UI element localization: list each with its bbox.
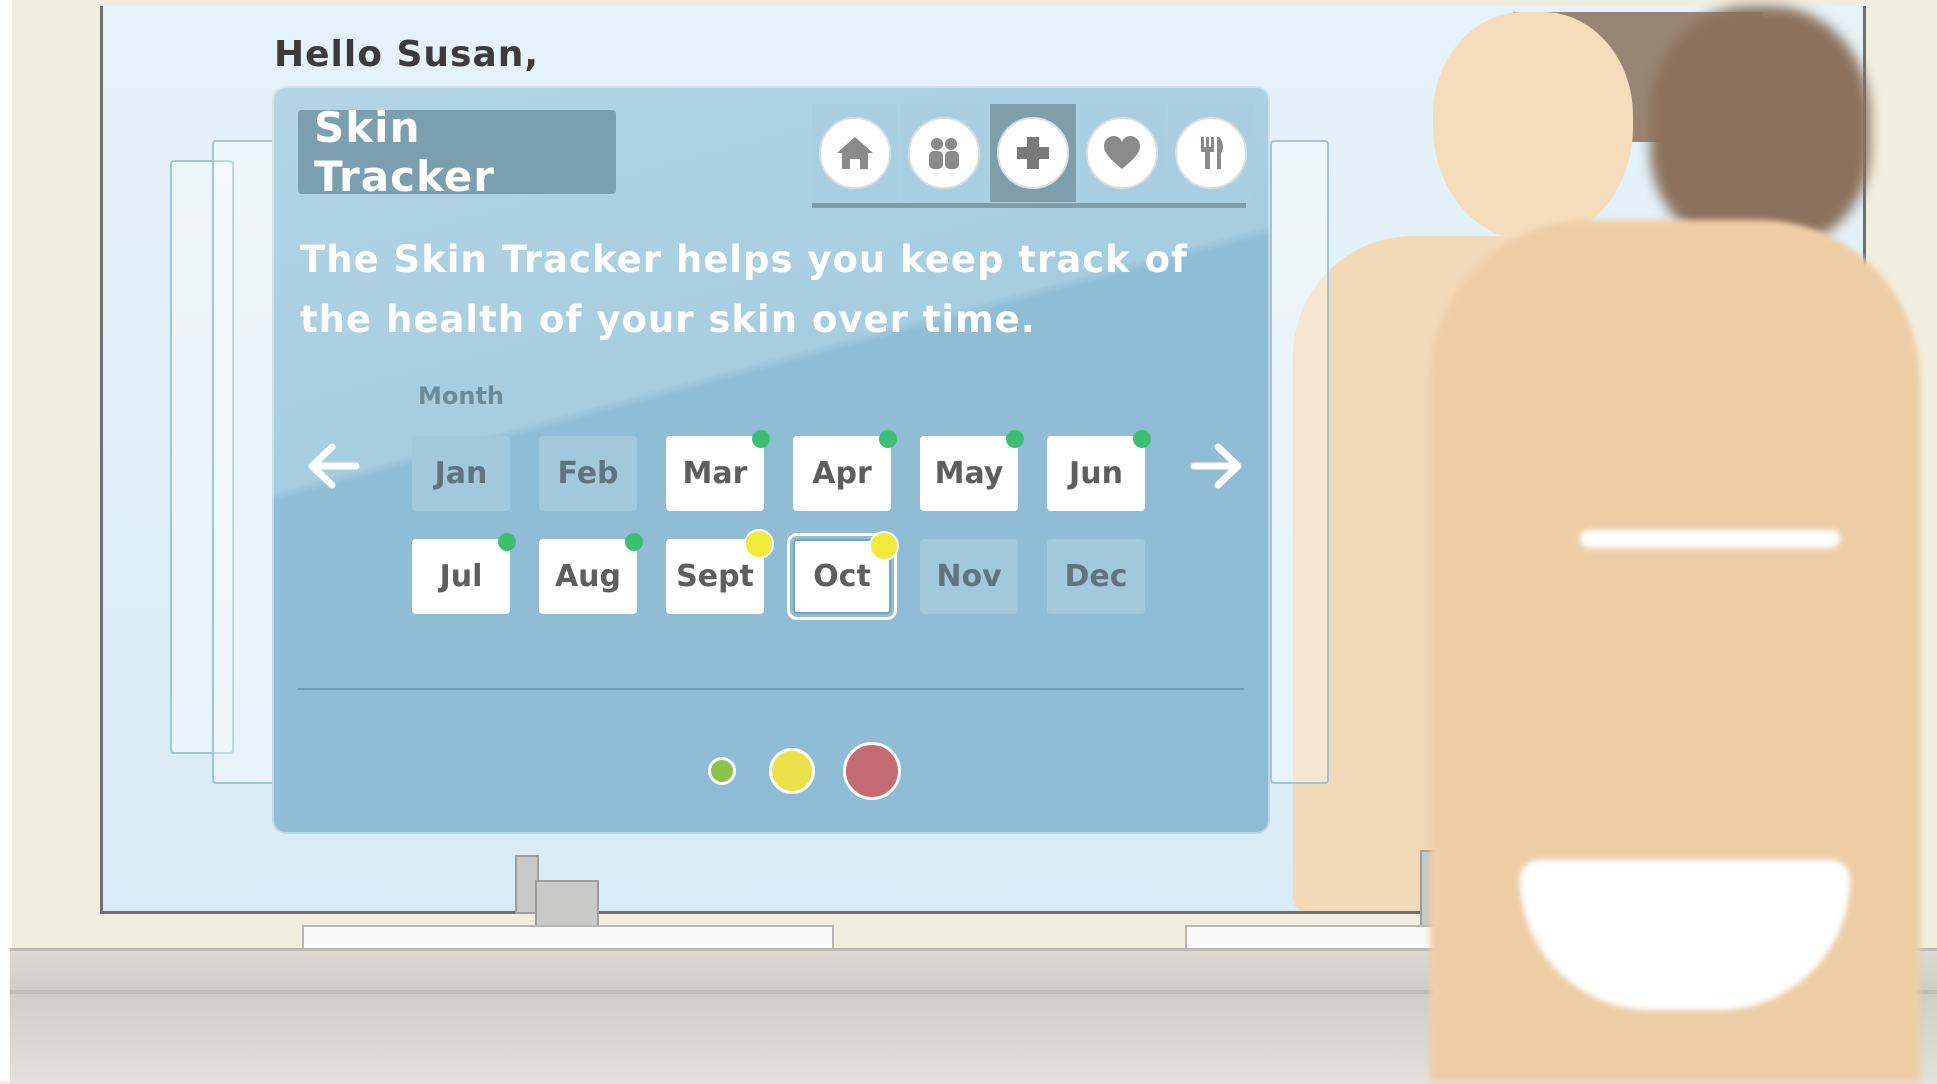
side-panel-right	[1270, 140, 1329, 784]
status-dot-yellow	[869, 531, 899, 561]
month-jun[interactable]: Jun	[1047, 430, 1151, 511]
prev-arrow[interactable]	[302, 436, 362, 496]
legend-dot-small	[708, 757, 736, 785]
month-aug[interactable]: Aug	[539, 533, 643, 614]
divider	[298, 688, 1244, 690]
legend-dot-large	[843, 742, 901, 800]
status-dot-green	[1133, 430, 1151, 448]
nav-home[interactable]	[812, 104, 898, 202]
month-dec[interactable]: Dec	[1047, 539, 1145, 614]
legend-dot-medium	[769, 748, 815, 794]
month-feb[interactable]: Feb	[539, 436, 637, 511]
month-label-text: Jan	[434, 456, 488, 491]
month-label-text: Feb	[557, 456, 619, 491]
heart-icon	[1086, 117, 1158, 189]
nav-bar	[812, 104, 1257, 202]
next-arrow[interactable]	[1188, 436, 1248, 496]
month-jul[interactable]: Jul	[412, 533, 516, 614]
side-panel-left-front	[212, 140, 276, 784]
month-label-text: Mar	[682, 456, 748, 491]
bra-strap	[1580, 530, 1840, 548]
month-nov[interactable]: Nov	[920, 539, 1018, 614]
month-mar[interactable]: Mar	[666, 430, 770, 511]
woman-head	[1650, 6, 1870, 246]
month-label-text: Sept	[676, 559, 754, 594]
month-label-text: Aug	[554, 559, 622, 594]
month-label-text: Oct	[813, 559, 871, 594]
skin-tracker-panel: Skin Tracker The Skin Tracker helps you …	[272, 86, 1270, 834]
month-jan[interactable]: Jan	[412, 436, 510, 511]
month-label-text: Dec	[1064, 559, 1128, 594]
month-sept[interactable]: Sept	[666, 529, 774, 614]
month-apr[interactable]: Apr	[793, 430, 897, 511]
nav-food[interactable]	[1168, 104, 1254, 202]
reflection-face	[1433, 12, 1633, 242]
people-icon	[908, 117, 980, 189]
plus-icon	[997, 117, 1069, 189]
month-label-text: Apr	[812, 456, 872, 491]
month-label-text: Jun	[1069, 456, 1123, 491]
description: The Skin Tracker helps you keep track of…	[300, 238, 1189, 341]
nav-health[interactable]	[990, 104, 1076, 202]
status-dot-green	[1006, 430, 1024, 448]
arrow-right-icon	[1190, 443, 1242, 489]
arrow-left-icon	[308, 443, 360, 489]
status-dot-yellow	[744, 529, 774, 559]
status-dot-green	[879, 430, 897, 448]
fork-knife-icon	[1175, 117, 1247, 189]
status-dot-green	[498, 533, 516, 551]
month-label: Month	[418, 382, 505, 410]
underwear	[1520, 860, 1850, 1010]
greeting: Hello Susan,	[274, 34, 540, 75]
nav-heart[interactable]	[1079, 104, 1165, 202]
month-may[interactable]: May	[920, 430, 1024, 511]
wall	[0, 0, 12, 1081]
panel-title: Skin Tracker	[298, 103, 616, 201]
woman-back	[1430, 220, 1920, 1081]
home-icon	[819, 117, 891, 189]
month-label-text: Jul	[439, 559, 483, 594]
month-label-text: May	[934, 456, 1004, 491]
status-dot-green	[625, 533, 643, 551]
nav-people[interactable]	[901, 104, 987, 202]
month-label-text: Nov	[936, 559, 1002, 594]
status-dot-green	[752, 430, 770, 448]
nav-underline	[812, 203, 1246, 208]
month-oct[interactable]: Oct	[787, 531, 899, 620]
